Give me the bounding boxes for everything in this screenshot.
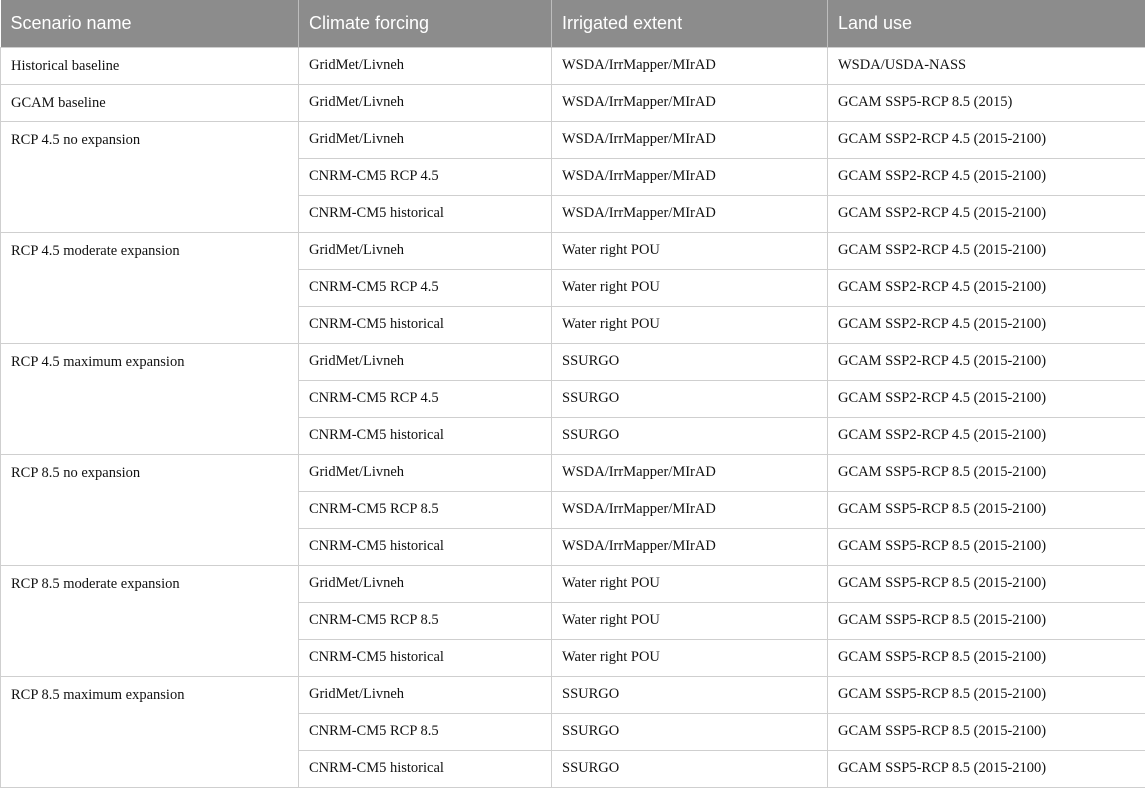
land-use-cell: GCAM SSP5-RCP 8.5 (2015-2100) [827,453,1145,492]
climate-forcing-cell: CNRM-CM5 historical [298,527,552,566]
land-use-cell: WSDA/USDA-NASS [827,46,1145,85]
irrigated-extent-cell: Water right POU [551,601,828,640]
climate-forcing-cell: CNRM-CM5 RCP 8.5 [298,490,552,529]
climate-forcing-cell: CNRM-CM5 historical [298,416,552,455]
table-row: RCP 4.5 no expansion GridMet/Livneh WSDA/I… [0,120,1145,233]
irrigated-extent-cell: WSDA/IrrMapper/MIrAD [551,490,828,529]
land-use-cell: GCAM SSP5-RCP 8.5 (2015-2100) [827,490,1145,529]
climate-forcing-cell: CNRM-CM5 RCP 8.5 [298,712,552,751]
climate-forcing-cell: CNRM-CM5 RCP 4.5 [298,379,552,418]
climate-forcing-cell: CNRM-CM5 RCP 4.5 [298,268,552,307]
land-use-cell: GCAM SSP5-RCP 8.5 (2015-2100) [827,527,1145,566]
irrigated-extent-cell: SSURGO [551,749,828,788]
climate-forcing-cell: GridMet/Livneh [298,231,552,270]
land-use-cell: GCAM SSP2-RCP 4.5 (2015-2100) [827,379,1145,418]
table-row: GCAM baseline GridMet/Livneh WSDA/IrrMappe… [0,83,1145,122]
climate-forcing-cell: CNRM-CM5 RCP 4.5 [298,157,552,196]
land-use-cell: GCAM SSP2-RCP 4.5 (2015-2100) [827,416,1145,455]
land-use-cell: GCAM SSP5-RCP 8.5 (2015-2100) [827,712,1145,751]
irrigated-extent-cell: WSDA/IrrMapper/MIrAD [551,83,828,122]
header-row: Scenario name Climate forcing Irrigated … [0,0,1145,47]
scenario-name-cell: RCP 4.5 no expansion [0,120,299,233]
land-use-cell: GCAM SSP5-RCP 8.5 (2015-2100) [827,749,1145,788]
table-row: RCP 8.5 no expansion GridMet/Livneh WSDA/I… [0,453,1145,566]
climate-forcing-cell: CNRM-CM5 historical [298,305,552,344]
land-use-cell: GCAM SSP2-RCP 4.5 (2015-2100) [827,157,1145,196]
irrigated-extent-cell: WSDA/IrrMapper/MIrAD [551,120,828,159]
header-scenario-name: Scenario name [0,0,299,47]
irrigated-extent-cell: SSURGO [551,379,828,418]
irrigated-extent-cell: WSDA/IrrMapper/MIrAD [551,157,828,196]
scenario-name-cell: Historical baseline [0,46,299,85]
irrigated-extent-cell: SSURGO [551,712,828,751]
irrigated-extent-cell: WSDA/IrrMapper/MIrAD [551,453,828,492]
land-use-cell: GCAM SSP2-RCP 4.5 (2015-2100) [827,268,1145,307]
irrigated-extent-cell: Water right POU [551,564,828,603]
climate-forcing-cell: CNRM-CM5 RCP 8.5 [298,601,552,640]
scenario-name-cell: RCP 4.5 moderate expansion [0,231,299,344]
land-use-cell: GCAM SSP5-RCP 8.5 (2015-2100) [827,564,1145,603]
climate-forcing-cell: CNRM-CM5 historical [298,749,552,788]
irrigated-extent-cell: WSDA/IrrMapper/MIrAD [551,194,828,233]
header-irrigated-extent: Irrigated extent [551,0,828,47]
scenario-name-cell: RCP 4.5 maximum expansion [0,342,299,455]
land-use-cell: GCAM SSP2-RCP 4.5 (2015-2100) [827,120,1145,159]
irrigated-extent-cell: SSURGO [551,416,828,455]
table-row: RCP 8.5 moderate expansion GridMet/Livneh… [0,564,1145,677]
land-use-cell: GCAM SSP5-RCP 8.5 (2015-2100) [827,638,1145,677]
land-use-cell: GCAM SSP5-RCP 8.5 (2015-2100) [827,601,1145,640]
irrigated-extent-cell: WSDA/IrrMapper/MIrAD [551,46,828,85]
irrigated-extent-cell: Water right POU [551,231,828,270]
land-use-cell: GCAM SSP2-RCP 4.5 (2015-2100) [827,194,1145,233]
land-use-cell: GCAM SSP2-RCP 4.5 (2015-2100) [827,342,1145,381]
land-use-cell: GCAM SSP2-RCP 4.5 (2015-2100) [827,305,1145,344]
table-row: Historical baseline GridMet/Livneh WSDA/Ir… [0,46,1145,85]
scenario-name-cell: RCP 8.5 moderate expansion [0,564,299,677]
land-use-cell: GCAM SSP5-RCP 8.5 (2015-2100) [827,675,1145,714]
land-use-cell: GCAM SSP2-RCP 4.5 (2015-2100) [827,231,1145,270]
scenario-name-cell: RCP 8.5 no expansion [0,453,299,566]
irrigated-extent-cell: Water right POU [551,305,828,344]
climate-forcing-cell: GridMet/Livneh [298,342,552,381]
scenario-table: Scenario name Climate forcing Irrigated … [0,0,1145,788]
irrigated-extent-cell: Water right POU [551,268,828,307]
climate-forcing-cell: GridMet/Livneh [298,120,552,159]
header-land-use: Land use [827,0,1145,47]
header-climate-forcing: Climate forcing [298,0,552,47]
table-row: RCP 8.5 maximum expansion GridMet/Livneh S… [0,675,1145,788]
climate-forcing-cell: GridMet/Livneh [298,453,552,492]
climate-forcing-cell: CNRM-CM5 historical [298,194,552,233]
scenario-name-cell: GCAM baseline [0,83,299,122]
irrigated-extent-cell: Water right POU [551,638,828,677]
climate-forcing-cell: GridMet/Livneh [298,46,552,85]
table-header: Scenario name Climate forcing Irrigated … [0,0,1145,47]
scenario-name-cell: RCP 8.5 maximum expansion [0,675,299,788]
climate-forcing-cell: GridMet/Livneh [298,675,552,714]
climate-forcing-cell: GridMet/Livneh [298,83,552,122]
land-use-cell: GCAM SSP5-RCP 8.5 (2015) [827,83,1145,122]
climate-forcing-cell: CNRM-CM5 historical [298,638,552,677]
climate-forcing-cell: GridMet/Livneh [298,564,552,603]
irrigated-extent-cell: SSURGO [551,342,828,381]
table-row: RCP 4.5 maximum expansion GridMet/Livneh S… [0,342,1145,455]
table-body: Historical baseline GridMet/Livneh WSDA/Ir… [0,46,1145,788]
irrigated-extent-cell: SSURGO [551,675,828,714]
irrigated-extent-cell: WSDA/IrrMapper/MIrAD [551,527,828,566]
table-row: RCP 4.5 moderate expansion GridMet/Livneh… [0,231,1145,344]
